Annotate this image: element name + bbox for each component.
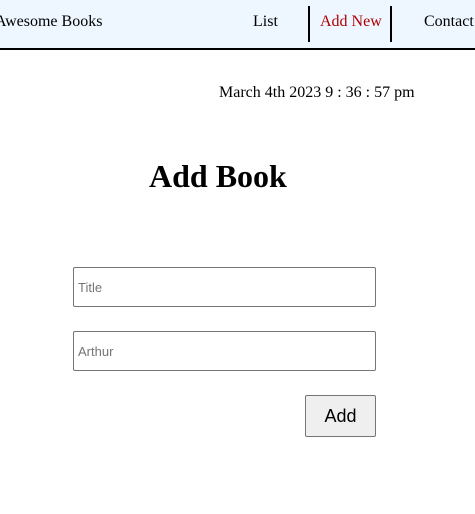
nav-divider — [390, 6, 392, 42]
current-datetime: March 4th 2023 9 : 36 : 57 pm — [219, 84, 415, 101]
nav-link-add-new[interactable]: Add New — [320, 13, 382, 31]
nav-link-list[interactable]: List — [253, 13, 278, 31]
add-button[interactable]: Add — [305, 395, 376, 437]
author-input[interactable] — [73, 331, 376, 371]
brand-logo[interactable]: Awesome Books — [0, 13, 102, 31]
nav-link-contact[interactable]: Contact — [424, 13, 474, 31]
title-input[interactable] — [73, 267, 376, 307]
navbar: Awesome Books List Add New Contact — [0, 0, 475, 50]
page-title: Add Book — [149, 158, 287, 194]
nav-divider — [308, 6, 310, 42]
